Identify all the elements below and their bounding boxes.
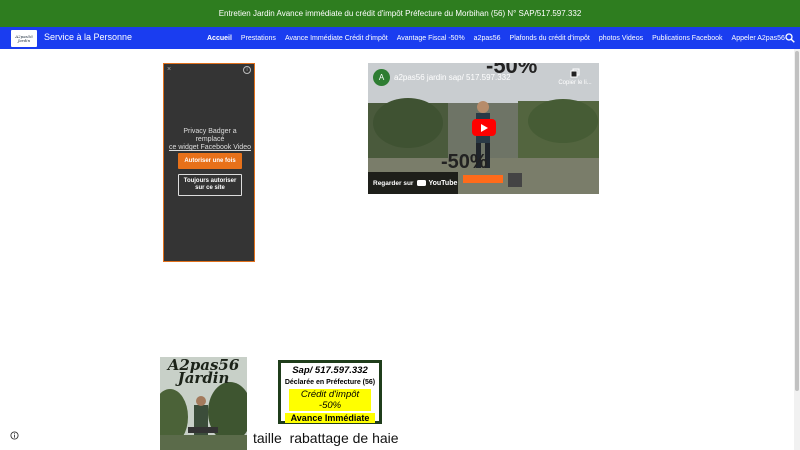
banner-text: Entretien Jardin Avance immédiate du cré… [218, 9, 582, 18]
watch-on-youtube-button[interactable]: Regarder sur YouTube [368, 172, 458, 194]
sign-credit-impot: Crédit d'impôt -50% [289, 389, 371, 411]
nav-item-avantage-fiscal[interactable]: Avantage Fiscal -50% [397, 35, 465, 42]
nav-item-accueil[interactable]: Accueil [207, 35, 232, 42]
info-circle-icon[interactable] [10, 431, 19, 440]
play-icon [481, 123, 488, 132]
sign-prefecture: Déclarée en Préfecture (56) [284, 379, 376, 386]
section-heading: taille rabattage de haie [253, 430, 399, 446]
site-logo[interactable]: A2pas56 Jardin [11, 30, 37, 47]
main-nav: Accueil Prestations Avance Immédiate Cré… [207, 27, 785, 49]
allow-once-button[interactable]: Autoriser une fois [178, 153, 242, 169]
close-icon[interactable]: × [167, 66, 171, 73]
youtube-brand: YouTube [428, 179, 458, 187]
gardener-photo: A2pas56 Jardin [160, 357, 247, 450]
nav-item-a2pas56[interactable]: a2pas56 [474, 35, 501, 42]
sign-avance-immediate: Avance Immédiate [285, 413, 375, 423]
copy-link-label: Copier le li... [558, 80, 592, 86]
top-banner: Entretien Jardin Avance immédiate du cré… [0, 0, 800, 27]
watch-on-label: Regarder sur [373, 179, 414, 187]
site-title[interactable]: Service à la Personne [44, 32, 132, 42]
facebook-widget-link[interactable]: ce widget Facebook Video [168, 144, 252, 152]
page-scrollbar[interactable] [794, 49, 800, 450]
navbar: A2pas56 Jardin Service à la Personne Acc… [0, 27, 800, 49]
nav-item-avance-immediate[interactable]: Avance Immédiate Crédit d'impôt [285, 35, 388, 42]
nav-item-publications-facebook[interactable]: Publications Facebook [652, 35, 722, 42]
search-icon[interactable] [785, 33, 795, 43]
privacy-badger-line1: Privacy Badger a remplacé [183, 128, 237, 143]
nav-item-prestations[interactable]: Prestations [241, 35, 276, 42]
logo-text: A2pas56 Jardin [15, 33, 33, 43]
channel-avatar[interactable]: A [373, 69, 390, 86]
nav-item-appeler[interactable]: Appeler A2pas56 [732, 35, 785, 42]
video-title[interactable]: a2pas56 jardin sap/ 517.597.332 [394, 73, 511, 82]
sap-sign: Sap/ 517.597.332 Déclarée en Préfecture … [278, 360, 382, 424]
sign-content: Sap/ 517.597.332 Déclarée en Préfecture … [281, 363, 379, 423]
scrollbar-thumb[interactable] [795, 51, 799, 391]
copy-link-button[interactable]: Copier le li... [557, 68, 593, 86]
nav-item-plafonds[interactable]: Plafonds du crédit d'impôt [510, 35, 590, 42]
play-button[interactable] [472, 119, 496, 136]
facebook-video-placeholder: × i Privacy Badger a remplacé ce widget … [163, 63, 255, 262]
youtube-logo: YouTube [417, 180, 457, 187]
info-icon[interactable]: i [243, 66, 251, 74]
copy-icon [570, 68, 580, 78]
privacy-badger-message: Privacy Badger a remplacé ce widget Face… [168, 128, 252, 152]
youtube-logo-icon [417, 180, 427, 186]
allow-always-button[interactable]: Toujours autoriser sur ce site [178, 174, 242, 196]
youtube-embed[interactable]: -50% -50% A a2pas56 jardin sap/ 517.597.… [368, 63, 599, 194]
svg-text:-50%: -50% [441, 151, 488, 173]
photo-title: A2pas56 Jardin [160, 358, 247, 386]
sign-sap-number: Sap/ 517.597.332 [292, 365, 368, 376]
nav-item-photos-videos[interactable]: photos Videos [599, 35, 643, 42]
